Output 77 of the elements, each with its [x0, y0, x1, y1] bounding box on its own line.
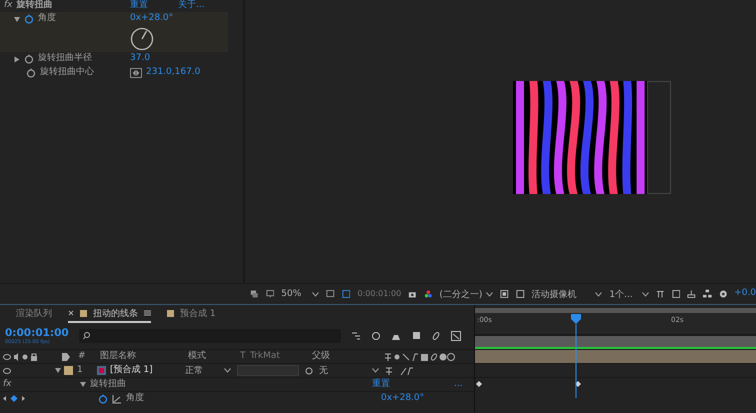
column-header: 图层名称: [100, 352, 137, 362]
zoom-dropdown[interactable]: 50%: [281, 289, 320, 299]
menu-icon[interactable]: [144, 310, 151, 316]
monitor-icon[interactable]: [266, 289, 274, 299]
chevron-down-icon[interactable]: [486, 292, 494, 296]
fx-label: fx: [4, 1, 12, 11]
keyframe-icon: [476, 381, 482, 387]
guides-icon[interactable]: [656, 289, 665, 299]
reset-link[interactable]: 重置: [130, 1, 148, 11]
more-link[interactable]: ...: [454, 380, 463, 390]
property-name: 旋转扭曲中心: [40, 68, 94, 78]
label-icon[interactable]: [62, 352, 70, 360]
reset-link[interactable]: 重置: [372, 380, 454, 390]
property-value[interactable]: 0x+28.0°: [130, 14, 174, 24]
hierarchy-icon[interactable]: [351, 331, 361, 341]
chevron-down-icon[interactable]: [595, 292, 602, 296]
layer-number: 1: [77, 366, 84, 376]
property-value[interactable]: 231.0,167.0: [146, 68, 200, 78]
graph-icon[interactable]: [112, 394, 122, 404]
chevron-down-icon[interactable]: [642, 292, 650, 296]
layer-switches-icon[interactable]: [384, 352, 456, 360]
resolution-dropdown[interactable]: (二分之一): [439, 288, 494, 300]
eye-icon[interactable]: [3, 368, 11, 374]
label-swatch-icon[interactable]: [64, 366, 73, 375]
property-name: 角度: [38, 14, 56, 24]
column-header: 父级: [312, 352, 331, 362]
stopwatch-icon[interactable]: [24, 54, 34, 64]
crosshair-icon[interactable]: [130, 68, 142, 78]
square-icon[interactable]: [500, 289, 510, 299]
views-dropdown[interactable]: 1个...: [609, 288, 650, 300]
comp-tab[interactable]: 预合成 1: [167, 305, 216, 323]
chevron-down-icon[interactable]: [224, 368, 231, 373]
angle-dial[interactable]: [130, 27, 154, 51]
layers-icon[interactable]: [250, 289, 259, 299]
color-channels-icon[interactable]: [424, 289, 432, 299]
current-timecode[interactable]: 0:00:01:00: [5, 326, 69, 340]
property-value[interactable]: 0x+28.0°: [381, 394, 424, 404]
comp-tab[interactable]: 渲染队列: [16, 305, 52, 323]
comp-swatch-icon: [80, 310, 87, 316]
keyframe-navigator-icon[interactable]: [3, 395, 25, 402]
search-field[interactable]: [79, 329, 341, 343]
comp-icon: [97, 366, 106, 375]
layer-switches-icon[interactable]: [385, 366, 415, 374]
stopwatch-icon[interactable]: [26, 68, 36, 78]
fx-label: fx: [2, 380, 12, 390]
column-header: TrkMat: [250, 352, 281, 362]
comp-tab[interactable]: 扭动的线条: [68, 305, 151, 323]
chevron-down-icon[interactable]: [312, 292, 320, 296]
property-value[interactable]: 37.0: [130, 54, 150, 64]
keyframe-icon: [575, 381, 581, 387]
stopwatch-icon[interactable]: [24, 14, 34, 24]
column-header: #: [78, 352, 87, 362]
property-name: 角度: [126, 394, 145, 404]
trkmat-field[interactable]: [237, 365, 299, 376]
mode-dropdown[interactable]: 正常: [185, 364, 231, 377]
layer-name[interactable]: [预合成 1]: [110, 366, 185, 376]
close-icon[interactable]: [68, 310, 74, 316]
expand-triangle-icon[interactable]: [14, 56, 20, 62]
tray-icon[interactable]: [687, 289, 696, 299]
property-name: 旋转扭曲半径: [38, 54, 92, 64]
graph-editor-icon[interactable]: [451, 331, 461, 341]
expand-triangle-icon[interactable]: [80, 382, 86, 387]
parent-dropdown[interactable]: 无: [319, 364, 379, 377]
column-header: 模式: [188, 352, 207, 362]
effect-name: 旋转扭曲: [90, 380, 127, 390]
flowchart-icon[interactable]: [702, 289, 712, 299]
playhead[interactable]: [571, 314, 582, 398]
comp-swatch-icon: [167, 310, 174, 316]
chevron-down-icon[interactable]: [372, 368, 379, 373]
aperture-icon[interactable]: [718, 289, 728, 299]
stopwatch-icon[interactable]: [98, 394, 108, 404]
search-icon: [83, 331, 93, 341]
av-switches-icon[interactable]: [3, 352, 39, 360]
viewer-timecode[interactable]: 0:00:01:00: [357, 290, 402, 298]
column-header: T: [240, 352, 246, 362]
camera-dropdown[interactable]: 活动摄像机: [532, 288, 602, 300]
exposure-value[interactable]: +0.0: [734, 289, 756, 299]
